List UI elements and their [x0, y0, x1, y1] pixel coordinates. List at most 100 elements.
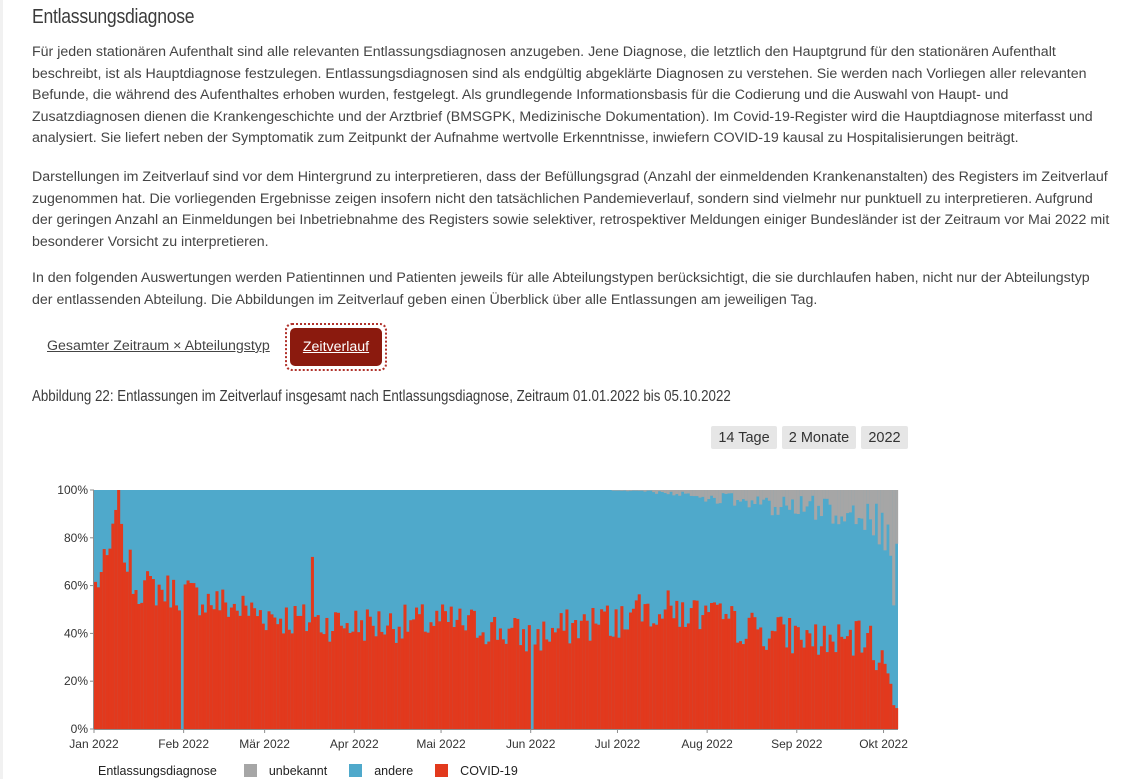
- bar-unknown[interactable]: [643, 490, 647, 492]
- bar-covid[interactable]: [548, 641, 552, 729]
- bar-unknown[interactable]: [828, 490, 832, 505]
- bar-covid[interactable]: [663, 609, 667, 729]
- bar-covid[interactable]: [877, 662, 881, 729]
- bar-unknown[interactable]: [640, 490, 644, 491]
- bar-covid[interactable]: [510, 627, 514, 729]
- bar-covid[interactable]: [880, 650, 884, 729]
- bar-covid[interactable]: [773, 631, 777, 729]
- bar-covid[interactable]: [284, 607, 288, 729]
- bar-covid[interactable]: [290, 633, 294, 729]
- bar-covid[interactable]: [481, 632, 485, 729]
- bar-covid[interactable]: [247, 615, 251, 729]
- bar-covid[interactable]: [536, 629, 540, 729]
- bar-covid[interactable]: [114, 509, 118, 729]
- bar-covid[interactable]: [695, 600, 699, 729]
- bar-unknown[interactable]: [747, 490, 751, 508]
- bar-covid[interactable]: [808, 633, 812, 729]
- bar-covid[interactable]: [837, 624, 841, 729]
- bar-covid[interactable]: [426, 632, 430, 729]
- bar-covid[interactable]: [631, 608, 635, 729]
- bar-unknown[interactable]: [678, 490, 682, 496]
- bar-unknown[interactable]: [695, 490, 699, 497]
- bar-covid[interactable]: [498, 628, 502, 729]
- bar-covid[interactable]: [458, 608, 462, 729]
- bar-covid[interactable]: [131, 593, 135, 729]
- bar-covid[interactable]: [582, 614, 586, 729]
- bar-unknown[interactable]: [762, 490, 766, 500]
- bar-covid[interactable]: [851, 655, 855, 729]
- bar-unknown[interactable]: [730, 490, 734, 494]
- bar-unknown[interactable]: [753, 490, 757, 504]
- bar-covid[interactable]: [608, 635, 612, 729]
- bar-covid[interactable]: [172, 579, 176, 729]
- bar-covid[interactable]: [869, 625, 873, 729]
- bar-covid[interactable]: [325, 617, 329, 729]
- bar-unknown[interactable]: [866, 490, 870, 504]
- bar-unknown[interactable]: [848, 490, 852, 513]
- bar-covid[interactable]: [770, 630, 774, 729]
- bar-covid[interactable]: [634, 600, 638, 729]
- bar-covid[interactable]: [643, 604, 647, 729]
- bar-unknown[interactable]: [793, 490, 797, 514]
- bar-unknown[interactable]: [799, 490, 803, 497]
- bar-covid[interactable]: [652, 623, 656, 729]
- bar-covid[interactable]: [397, 626, 401, 729]
- bar-covid[interactable]: [698, 629, 702, 729]
- bar-covid[interactable]: [227, 616, 231, 729]
- legend-item-covid[interactable]: COVID-19: [435, 764, 518, 778]
- bar-unknown[interactable]: [851, 490, 855, 506]
- bar-covid[interactable]: [215, 591, 219, 729]
- bar-unknown[interactable]: [672, 490, 676, 496]
- bar-unknown[interactable]: [840, 490, 844, 517]
- bar-unknown[interactable]: [895, 490, 899, 544]
- bar-covid[interactable]: [522, 629, 526, 729]
- bar-covid[interactable]: [467, 615, 471, 729]
- bar-unknown[interactable]: [741, 490, 745, 500]
- bar-covid[interactable]: [689, 608, 693, 729]
- bar-covid[interactable]: [464, 630, 468, 729]
- bar-covid[interactable]: [146, 571, 150, 729]
- bar-covid[interactable]: [394, 642, 398, 729]
- bar-covid[interactable]: [527, 625, 531, 729]
- bar-unknown[interactable]: [611, 490, 615, 491]
- bar-covid[interactable]: [232, 603, 236, 729]
- bar-covid[interactable]: [796, 627, 800, 729]
- bar-covid[interactable]: [351, 631, 355, 729]
- bar-covid[interactable]: [253, 608, 257, 729]
- bar-unknown[interactable]: [790, 490, 795, 500]
- range-14-days-button[interactable]: 14 Tage: [711, 426, 777, 449]
- bar-unknown[interactable]: [814, 490, 818, 520]
- bar-unknown[interactable]: [883, 490, 887, 551]
- bar-unknown[interactable]: [776, 490, 780, 515]
- bar-covid[interactable]: [605, 605, 609, 729]
- bar-unknown[interactable]: [845, 490, 849, 514]
- bar-covid[interactable]: [455, 619, 459, 729]
- bar-covid[interactable]: [683, 626, 688, 729]
- bar-covid[interactable]: [701, 615, 705, 729]
- bar-covid[interactable]: [105, 555, 109, 729]
- bar-covid[interactable]: [348, 632, 352, 729]
- bar-covid[interactable]: [759, 627, 763, 729]
- bar-unknown[interactable]: [715, 490, 719, 504]
- bar-covid[interactable]: [449, 606, 453, 729]
- bar-covid[interactable]: [380, 631, 384, 729]
- bar-covid[interactable]: [322, 634, 326, 729]
- bar-covid[interactable]: [388, 613, 393, 729]
- bar-covid[interactable]: [848, 629, 852, 729]
- bar-covid[interactable]: [704, 605, 708, 729]
- bar-covid[interactable]: [452, 627, 456, 729]
- bar-unknown[interactable]: [880, 490, 884, 513]
- bar-covid[interactable]: [478, 635, 482, 729]
- bar-covid[interactable]: [524, 651, 528, 729]
- bar-covid[interactable]: [137, 604, 141, 729]
- bar-unknown[interactable]: [710, 490, 714, 496]
- range-2-months-button[interactable]: 2 Monate: [782, 426, 856, 449]
- bar-covid[interactable]: [267, 611, 271, 729]
- bar-covid[interactable]: [678, 626, 682, 729]
- bar-covid[interactable]: [258, 610, 262, 729]
- bar-covid[interactable]: [493, 616, 497, 729]
- bar-covid[interactable]: [241, 595, 245, 729]
- bar-unknown[interactable]: [871, 490, 876, 536]
- bar-covid[interactable]: [843, 638, 847, 729]
- bar-unknown[interactable]: [889, 490, 893, 556]
